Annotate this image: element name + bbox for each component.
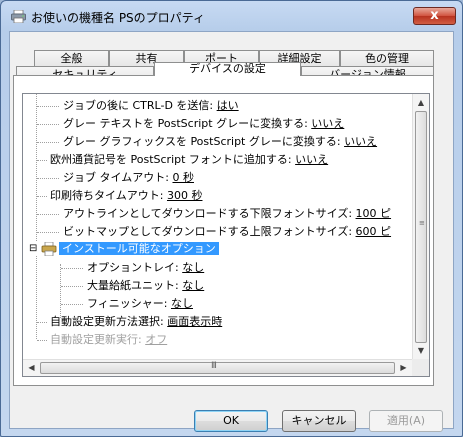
- tree-connector: [61, 286, 83, 287]
- tree-item-label: 自動設定更新方法選択:: [50, 315, 168, 328]
- tree-item-label: グレー テキストを PostScript グレーに変換する:: [63, 117, 312, 130]
- ok-button[interactable]: OK: [194, 410, 268, 432]
- tab-general[interactable]: 全般: [34, 50, 109, 67]
- scroll-left-arrow-icon[interactable]: ◀: [23, 360, 40, 376]
- printer-icon: [11, 10, 26, 23]
- tree-item-label: 欧州通貨記号を PostScript フォントに追加する:: [50, 153, 296, 166]
- close-icon: x: [430, 8, 439, 23]
- tree-item-auto-update-run: 自動設定更新実行: オフ: [50, 331, 167, 349]
- tree-item-value[interactable]: 600 ピ: [356, 225, 392, 238]
- collapse-expander-icon[interactable]: ⊟: [29, 242, 38, 256]
- window-title: お使いの機種名 PSのプロパティ: [31, 11, 205, 25]
- tree-item-outline-min-size[interactable]: アウトラインとしてダウンロードする下限フォントサイズ: 100 ピ: [63, 205, 391, 223]
- apply-button[interactable]: 適用(A): [369, 410, 443, 432]
- tree-item-label: ジョブ タイムアウト:: [63, 171, 173, 184]
- tree-item-value[interactable]: なし: [171, 297, 193, 310]
- tree-item-finisher[interactable]: フィニッシャー: なし: [87, 295, 193, 313]
- tree-item-value[interactable]: なし: [182, 279, 204, 292]
- tree-item-label: ジョブの後に CTRL-D を送信:: [63, 99, 217, 112]
- tree-item-value[interactable]: 100 ピ: [356, 207, 392, 220]
- scroll-up-arrow-icon[interactable]: ▲: [413, 94, 429, 111]
- tree-item-label: グレー グラフィックスを PostScript グレーに変換する:: [63, 135, 345, 148]
- vertical-scrollbar[interactable]: ▲ ≡ ▼: [412, 94, 429, 359]
- tree-connector: [37, 214, 59, 215]
- tree-guide-options: [60, 264, 61, 318]
- tree-item-value[interactable]: なし: [182, 261, 204, 274]
- tree-connector: [37, 196, 47, 197]
- tree-item-option-tray[interactable]: オプショントレイ: なし: [87, 259, 204, 277]
- scroll-down-arrow-icon[interactable]: ▼: [413, 342, 429, 359]
- settings-tree[interactable]: ジョブの後に CTRL-D を送信: はい グレー テキストを PostScri…: [22, 93, 430, 377]
- tree-connector: [37, 160, 47, 161]
- tab-color-management[interactable]: 色の管理: [340, 50, 434, 67]
- scrollbar-corner: [412, 359, 429, 376]
- tree-item-auto-update-method[interactable]: 自動設定更新方法選択: 画面表示時: [50, 313, 222, 331]
- properties-window: お使いの機種名 PSのプロパティ x 全般 共有 ポート 詳細設定 色の管理 セ…: [0, 0, 463, 437]
- horizontal-scroll-thumb[interactable]: III: [40, 361, 395, 374]
- grip-icon: III: [211, 361, 217, 371]
- vertical-scroll-thumb[interactable]: ≡: [415, 111, 427, 343]
- tree-item-value[interactable]: 画面表示時: [167, 315, 222, 328]
- tree-connector: [37, 124, 59, 125]
- scroll-right-arrow-icon[interactable]: ▶: [395, 360, 412, 376]
- close-button[interactable]: x: [413, 7, 456, 25]
- tree-item-value[interactable]: 0 秒: [172, 171, 194, 184]
- tree-item-value[interactable]: いいえ: [311, 117, 344, 130]
- tree-connector: [37, 142, 59, 143]
- tree-item-high-capacity-feeder[interactable]: 大量給紙ユニット: なし: [87, 277, 204, 295]
- tree-item-gray-text[interactable]: グレー テキストを PostScript グレーに変換する: いいえ: [63, 115, 344, 133]
- tree-item-value: オフ: [145, 333, 168, 346]
- tree-guide-main: [36, 94, 37, 339]
- tree-item-euro-symbol[interactable]: 欧州通貨記号を PostScript フォントに追加する: いいえ: [50, 151, 328, 169]
- tree-item-label: 印刷待ちタイムアウト:: [50, 189, 167, 202]
- tree-item-label: アウトラインとしてダウンロードする下限フォントサイズ:: [63, 207, 356, 220]
- title-bar[interactable]: お使いの機種名 PSのプロパティ x: [1, 1, 462, 31]
- tree-connector: [61, 268, 83, 269]
- tree-connector: [37, 232, 59, 233]
- tree-item-ctrl-d[interactable]: ジョブの後に CTRL-D を送信: はい: [63, 97, 239, 115]
- tree-item-label: ビットマップとしてダウンロードする上限フォントサイズ:: [63, 225, 356, 238]
- tree-connector: [37, 322, 47, 323]
- tree-connector: [61, 304, 83, 305]
- tree-item-label: オプショントレイ:: [87, 261, 183, 274]
- tab-device-settings[interactable]: デバイスの設定: [154, 62, 301, 76]
- tree-item-label: 大量給紙ユニット:: [87, 279, 183, 292]
- cancel-button[interactable]: キャンセル: [282, 410, 356, 432]
- tree-item-value[interactable]: 300 秒: [167, 189, 203, 202]
- tree-connector: [37, 340, 47, 341]
- tree-item-value[interactable]: はい: [217, 99, 239, 112]
- tree-item-value[interactable]: いいえ: [344, 135, 377, 148]
- tree-item-label: フィニッシャー:: [87, 297, 171, 310]
- grip-icon: ≡: [419, 219, 425, 227]
- tree-item-wait-timeout[interactable]: 印刷待ちタイムアウト: 300 秒: [50, 187, 202, 205]
- tree-item-value[interactable]: いいえ: [295, 153, 328, 166]
- tree-connector: [37, 178, 59, 179]
- tree-item-gray-graphics[interactable]: グレー グラフィックスを PostScript グレーに変換する: いいえ: [63, 133, 377, 151]
- tree-item-installable-options[interactable]: インストール可能なオプション: [59, 240, 219, 258]
- tree-item-job-timeout[interactable]: ジョブ タイムアウト: 0 秒: [63, 169, 194, 187]
- tree-content: ジョブの後に CTRL-D を送信: はい グレー テキストを PostScri…: [23, 94, 413, 359]
- tree-item-label: 自動設定更新実行:: [50, 333, 146, 346]
- tree-connector: [37, 106, 59, 107]
- tree-item-bitmap-max-size[interactable]: ビットマップとしてダウンロードする上限フォントサイズ: 600 ピ: [63, 223, 391, 241]
- tree-item-label: インストール可能なオプション: [59, 242, 219, 255]
- horizontal-scrollbar[interactable]: ◀ III ▶: [23, 359, 412, 376]
- printer-options-icon: [41, 242, 57, 256]
